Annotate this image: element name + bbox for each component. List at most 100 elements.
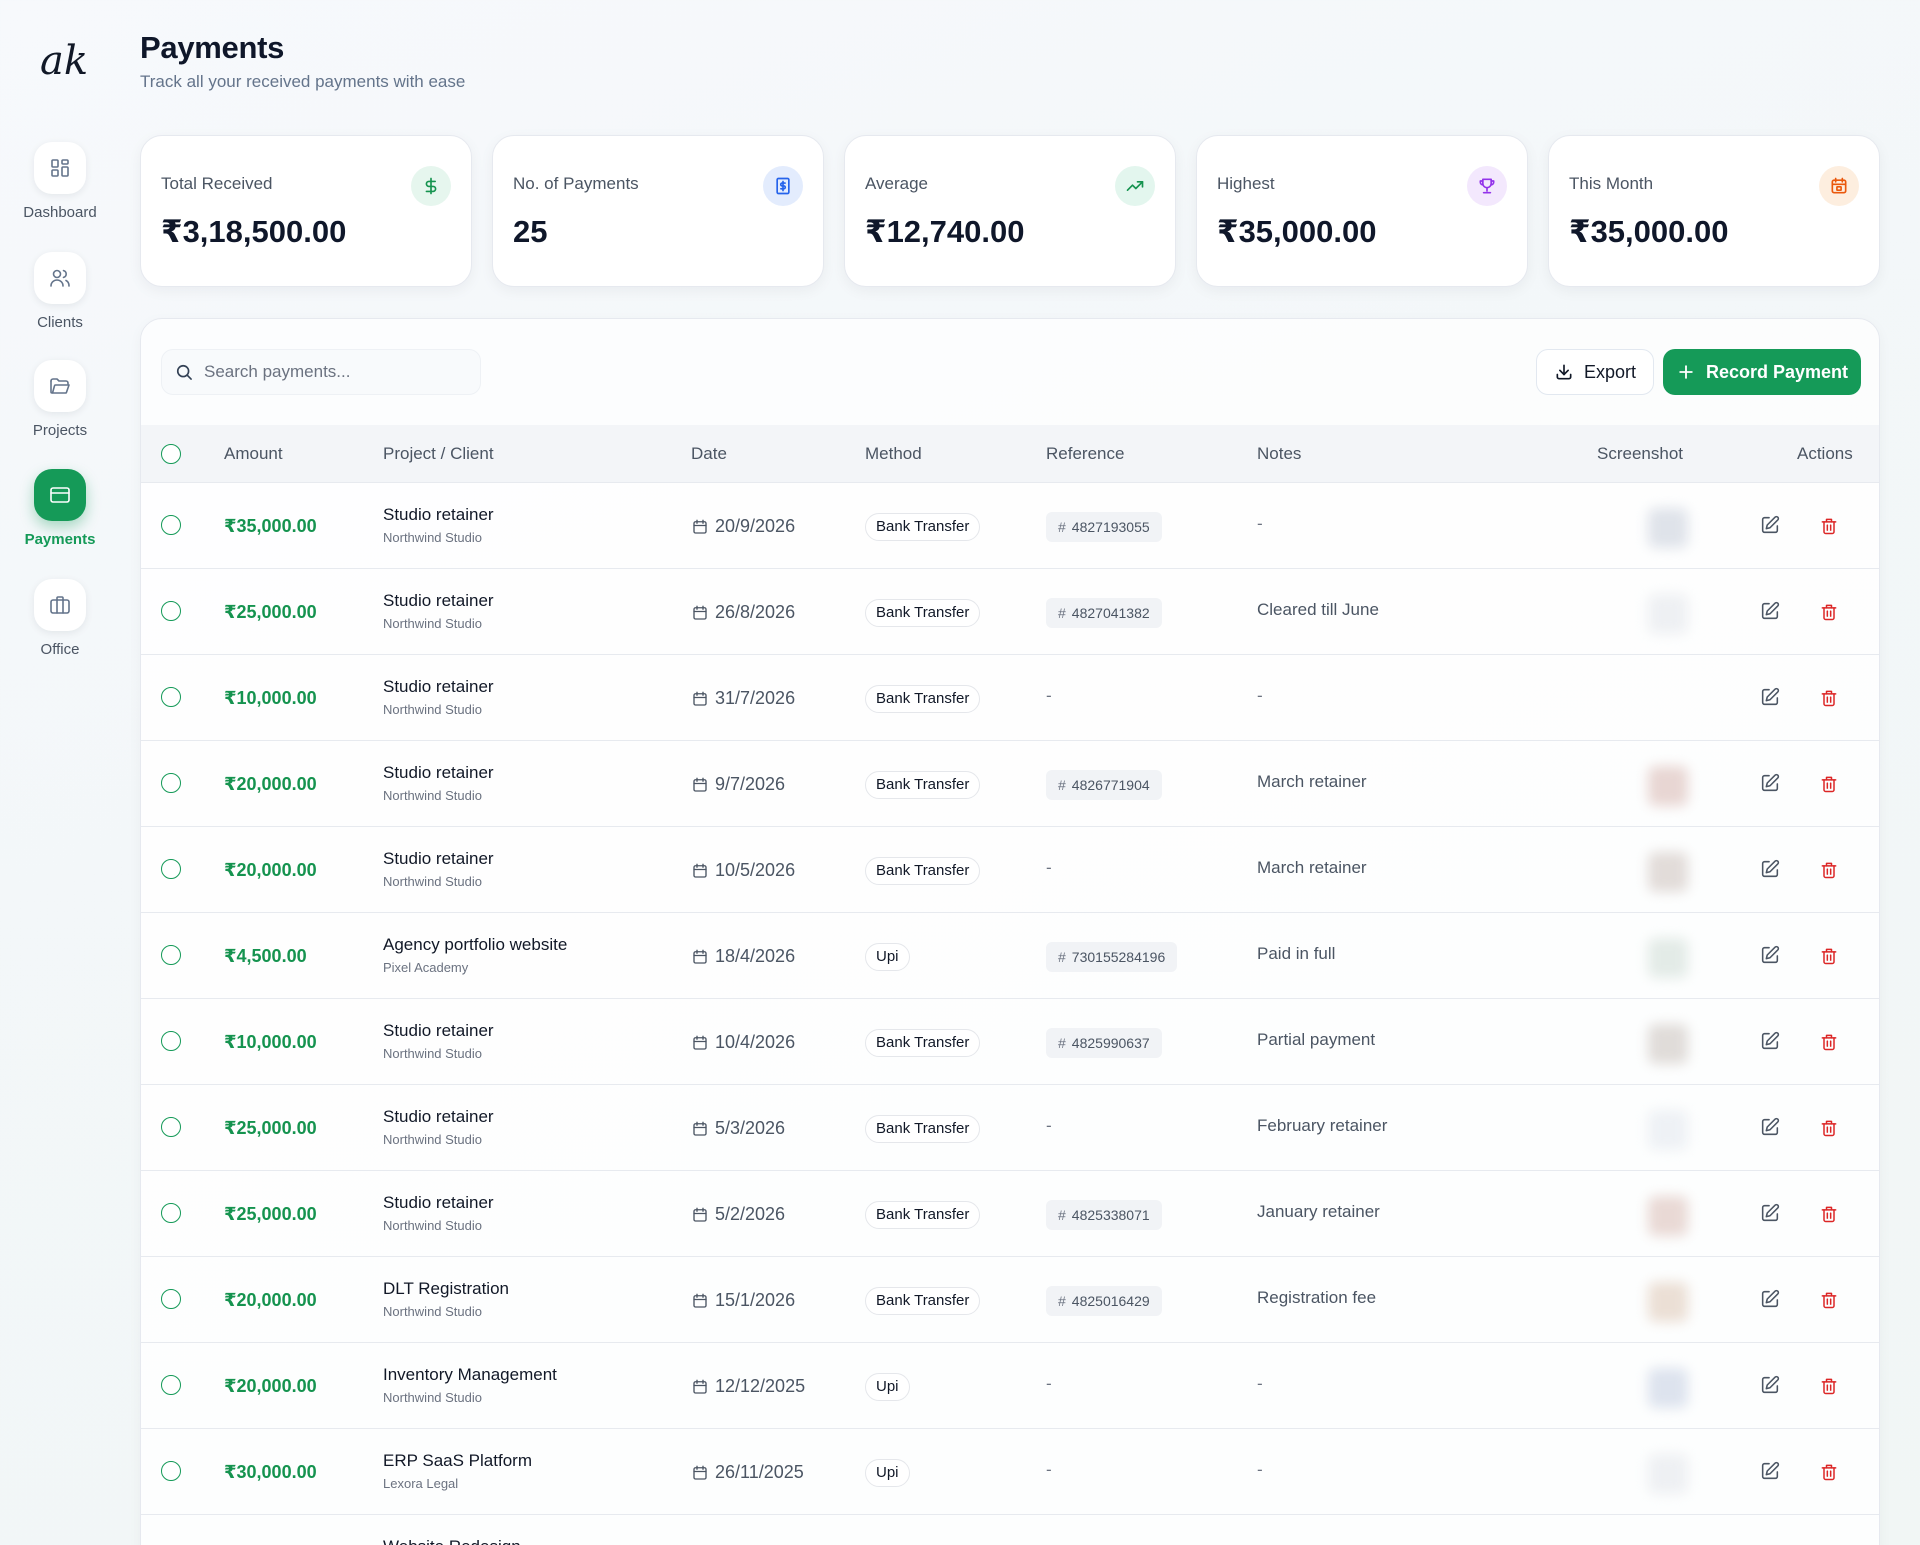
- table-row[interactable]: ₹30,000.00 ERP SaaS Platform Lexora Legal 2…: [141, 1429, 1879, 1515]
- amount-value: ₹25,000.00: [224, 602, 317, 622]
- notes-value: February retainer: [1257, 1116, 1388, 1135]
- column-header-project-client[interactable]: Project / Client: [383, 425, 494, 483]
- table-row[interactable]: ₹35,000.00 Studio retainer Northwind Studi…: [141, 483, 1879, 569]
- column-header-reference[interactable]: Reference: [1046, 425, 1124, 483]
- delete-button[interactable]: [1819, 1118, 1841, 1140]
- project-name: Studio retainer: [383, 677, 494, 696]
- stat-value: 25: [513, 214, 548, 249]
- delete-button[interactable]: [1819, 860, 1841, 882]
- delete-button[interactable]: [1819, 1290, 1841, 1312]
- reference-value: -: [1046, 1460, 1052, 1479]
- delete-button[interactable]: [1819, 602, 1841, 624]
- row-select-radio[interactable]: [161, 1461, 181, 1481]
- screenshot-thumbnail[interactable]: [1648, 1282, 1688, 1322]
- edit-button[interactable]: [1759, 1116, 1781, 1138]
- row-select-radio[interactable]: [161, 687, 181, 707]
- column-header-screenshot[interactable]: Screenshot: [1597, 425, 1683, 483]
- reference-value: -: [1046, 686, 1052, 705]
- delete-button[interactable]: [1819, 688, 1841, 710]
- screenshot-thumbnail[interactable]: [1648, 938, 1688, 978]
- amount-value: ₹4,500.00: [224, 946, 307, 966]
- app-logo[interactable]: ak: [36, 30, 96, 90]
- receipt-icon: [763, 166, 803, 206]
- screenshot-thumbnail[interactable]: [1648, 1110, 1688, 1150]
- column-header-amount[interactable]: Amount: [224, 425, 283, 483]
- row-select-radio[interactable]: [161, 515, 181, 535]
- amount-value: ₹25,000.00: [224, 1118, 317, 1138]
- table-row[interactable]: ₹25,000.00 Studio retainer Northwind Studi…: [141, 569, 1879, 655]
- notes-value: March retainer: [1257, 772, 1367, 791]
- date-value: 5/3/2026: [715, 1118, 786, 1138]
- table-row[interactable]: ₹10,000.00 Studio retainer Northwind Studi…: [141, 655, 1879, 741]
- users-icon: [34, 252, 86, 304]
- delete-button[interactable]: [1819, 774, 1841, 796]
- row-select-radio[interactable]: [161, 1375, 181, 1395]
- project-cell: Inventory Management Northwind Studio: [383, 1365, 557, 1405]
- row-select-radio[interactable]: [161, 1203, 181, 1223]
- export-button[interactable]: Export: [1536, 349, 1654, 395]
- delete-button[interactable]: [1819, 1462, 1841, 1484]
- table-row[interactable]: ₹20,000.00 Inventory Management Northwind …: [141, 1343, 1879, 1429]
- row-select-radio[interactable]: [161, 773, 181, 793]
- screenshot-thumbnail[interactable]: [1648, 1454, 1688, 1494]
- edit-button[interactable]: [1759, 772, 1781, 794]
- table-row[interactable]: ₹20,000.00 Studio retainer Northwind Studi…: [141, 741, 1879, 827]
- row-select-radio[interactable]: [161, 1289, 181, 1309]
- row-select-radio[interactable]: [161, 601, 181, 621]
- edit-button[interactable]: [1759, 600, 1781, 622]
- table-row[interactable]: ₹20,000.00 Studio retainer Northwind Studi…: [141, 827, 1879, 913]
- column-header-method[interactable]: Method: [865, 425, 922, 483]
- calendar-icon: [693, 1379, 707, 1394]
- sidebar-item-office[interactable]: Office: [0, 579, 120, 658]
- record-payment-button[interactable]: Record Payment: [1663, 349, 1861, 395]
- screenshot-thumbnail[interactable]: [1648, 766, 1688, 806]
- edit-button[interactable]: [1759, 1030, 1781, 1052]
- project-cell: Studio retainer Northwind Studio: [383, 849, 494, 889]
- screenshot-thumbnail[interactable]: [1648, 1368, 1688, 1408]
- edit-button[interactable]: [1759, 514, 1781, 536]
- sidebar-item-payments[interactable]: Payments: [0, 469, 120, 548]
- edit-button[interactable]: [1759, 858, 1781, 880]
- sidebar-item-clients[interactable]: Clients: [0, 252, 120, 331]
- edit-icon: [1761, 859, 1780, 878]
- calendar-icon: [693, 1207, 707, 1222]
- row-select-radio[interactable]: [161, 859, 181, 879]
- edit-icon: [1761, 1031, 1780, 1050]
- delete-button[interactable]: [1819, 946, 1841, 968]
- screenshot-thumbnail[interactable]: [1648, 594, 1688, 634]
- table-row[interactable]: ₹20,000.00 DLT Registration Northwind Stud…: [141, 1257, 1879, 1343]
- edit-button[interactable]: [1759, 686, 1781, 708]
- delete-button[interactable]: [1819, 1376, 1841, 1398]
- sidebar-item-dashboard[interactable]: Dashboard: [0, 142, 120, 221]
- edit-icon: [1761, 1375, 1780, 1394]
- table-row[interactable]: ₹4,500.00 Agency portfolio website Pixel A…: [141, 913, 1879, 999]
- edit-button[interactable]: [1759, 944, 1781, 966]
- column-header-notes[interactable]: Notes: [1257, 425, 1301, 483]
- edit-button[interactable]: [1759, 1202, 1781, 1224]
- sidebar-item-projects[interactable]: Projects: [0, 360, 120, 439]
- screenshot-thumbnail[interactable]: [1648, 508, 1688, 548]
- search-input[interactable]: [204, 362, 464, 382]
- delete-button[interactable]: [1819, 1204, 1841, 1226]
- table-row[interactable]: ₹25,000.00 Studio retainer Northwind Studi…: [141, 1171, 1879, 1257]
- edit-button[interactable]: [1759, 1460, 1781, 1482]
- select-all-radio[interactable]: [161, 444, 181, 464]
- row-select-radio[interactable]: [161, 945, 181, 965]
- table-row[interactable]: ₹25,000.00 Studio retainer Northwind Studi…: [141, 1085, 1879, 1171]
- table-row[interactable]: ₹10,000.00 Studio retainer Northwind Studi…: [141, 999, 1879, 1085]
- screenshot-thumbnail[interactable]: [1648, 1196, 1688, 1236]
- hash-icon: #: [1058, 949, 1066, 965]
- column-header-date[interactable]: Date: [691, 425, 727, 483]
- edit-button[interactable]: [1759, 1374, 1781, 1396]
- delete-button[interactable]: [1819, 1032, 1841, 1054]
- screenshot-thumbnail[interactable]: [1648, 1024, 1688, 1064]
- delete-button[interactable]: [1819, 516, 1841, 538]
- table-row[interactable]: ₹20,000.00Website RedesignNorthwind Stud…: [141, 1515, 1879, 1545]
- page-title: Payments: [140, 30, 285, 65]
- method-badge: Bank Transfer: [865, 1115, 981, 1143]
- screenshot-thumbnail[interactable]: [1648, 852, 1688, 892]
- edit-button[interactable]: [1759, 1288, 1781, 1310]
- stat-card-average: Average ₹12,740.00: [844, 135, 1176, 287]
- row-select-radio[interactable]: [161, 1031, 181, 1051]
- row-select-radio[interactable]: [161, 1117, 181, 1137]
